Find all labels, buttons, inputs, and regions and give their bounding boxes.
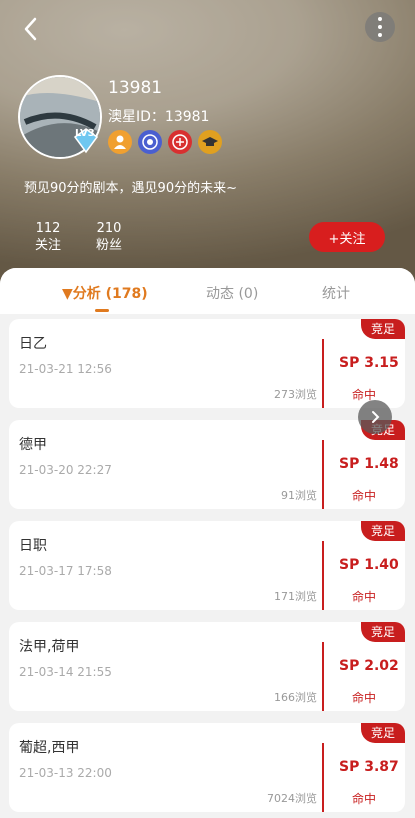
fans-stat[interactable]: 210 粉丝 (84, 220, 134, 254)
post-card[interactable]: 德甲 21-03-20 22:27 91浏览 SP 1.48 命中 竞足 (9, 420, 405, 509)
profile-bio: 预见90分的剧本，遇见90分的未来~ (24, 181, 237, 196)
follow-button[interactable]: +关注 (309, 222, 385, 252)
post-result: 命中 (352, 691, 377, 705)
result-divider (322, 642, 324, 711)
next-page-button[interactable] (358, 400, 392, 434)
post-views: 171浏览 (274, 590, 317, 603)
fans-label: 粉丝 (95, 238, 122, 253)
post-tag: 竞足 (361, 622, 405, 642)
post-time: 21-03-14 21:55 (19, 665, 112, 679)
profile-name: 13981 (108, 78, 163, 98)
post-card[interactable]: 葡超,西甲 21-03-13 22:00 7024浏览 SP 3.87 命中 竞… (9, 723, 405, 812)
emblem-blue-icon[interactable] (138, 130, 162, 154)
post-title: 法甲,荷甲 (19, 639, 80, 655)
badge-row (108, 130, 222, 154)
post-time: 21-03-17 17:58 (19, 564, 112, 578)
result-divider (322, 339, 324, 408)
post-time: 21-03-21 12:56 (19, 362, 112, 376)
chevron-right-icon (372, 411, 380, 423)
result-divider (322, 743, 324, 812)
post-sp: SP 1.48 (339, 456, 399, 472)
post-sp: SP 3.87 (339, 759, 399, 775)
post-sp: SP 1.40 (339, 557, 399, 573)
graduation-cap-icon[interactable] (198, 130, 222, 154)
active-tab-indicator (95, 309, 109, 312)
post-result: 命中 (352, 792, 377, 806)
tab-analysis[interactable]: ▼分析 (178) (62, 283, 148, 303)
post-time: 21-03-20 22:27 (19, 463, 112, 477)
post-views: 7024浏览 (267, 792, 317, 805)
tab-activity[interactable]: 动态 (0) (206, 283, 258, 303)
post-result: 命中 (352, 590, 377, 604)
content-panel: ▼分析 (178) 动态 (0) 统计 日乙 21-03-21 12:56 27… (0, 268, 415, 818)
post-tag: 竞足 (361, 521, 405, 541)
post-views: 91浏览 (281, 489, 317, 502)
profile-uid: 澳星ID：13981 (108, 109, 210, 125)
emblem-red-icon[interactable] (168, 130, 192, 154)
following-label: 关注 (34, 238, 61, 253)
result-divider (322, 440, 324, 509)
user-badge-icon[interactable] (108, 130, 132, 154)
tab-stats[interactable]: 统计 (322, 283, 350, 303)
post-time: 21-03-13 22:00 (19, 766, 112, 780)
result-divider (322, 541, 324, 610)
post-card[interactable]: 法甲,荷甲 21-03-14 21:55 166浏览 SP 2.02 命中 竞足 (9, 622, 405, 711)
post-views: 273浏览 (274, 388, 317, 401)
post-sp: SP 3.15 (339, 355, 399, 371)
more-dots-icon (378, 15, 382, 39)
post-tag: 竞足 (361, 319, 405, 339)
more-options-button[interactable] (365, 12, 395, 42)
fans-count: 210 (96, 221, 122, 236)
post-views: 166浏览 (274, 691, 317, 704)
following-count: 112 (35, 221, 61, 236)
post-tag: 竞足 (361, 723, 405, 743)
post-card[interactable]: 日乙 21-03-21 12:56 273浏览 SP 3.15 命中 竞足 (9, 319, 405, 408)
post-title: 日职 (19, 538, 47, 554)
level-label: LV3 (75, 128, 95, 139)
post-card[interactable]: 日职 21-03-17 17:58 171浏览 SP 1.40 命中 竞足 (9, 521, 405, 610)
tab-bar: ▼分析 (178) 动态 (0) 统计 (0, 268, 415, 314)
back-arrow-icon[interactable] (18, 16, 44, 42)
post-sp: SP 2.02 (339, 658, 399, 674)
post-title: 德甲 (19, 437, 47, 453)
following-stat[interactable]: 112 关注 (23, 220, 73, 254)
post-result: 命中 (352, 489, 377, 503)
post-title: 日乙 (19, 336, 47, 352)
post-title: 葡超,西甲 (19, 740, 80, 756)
